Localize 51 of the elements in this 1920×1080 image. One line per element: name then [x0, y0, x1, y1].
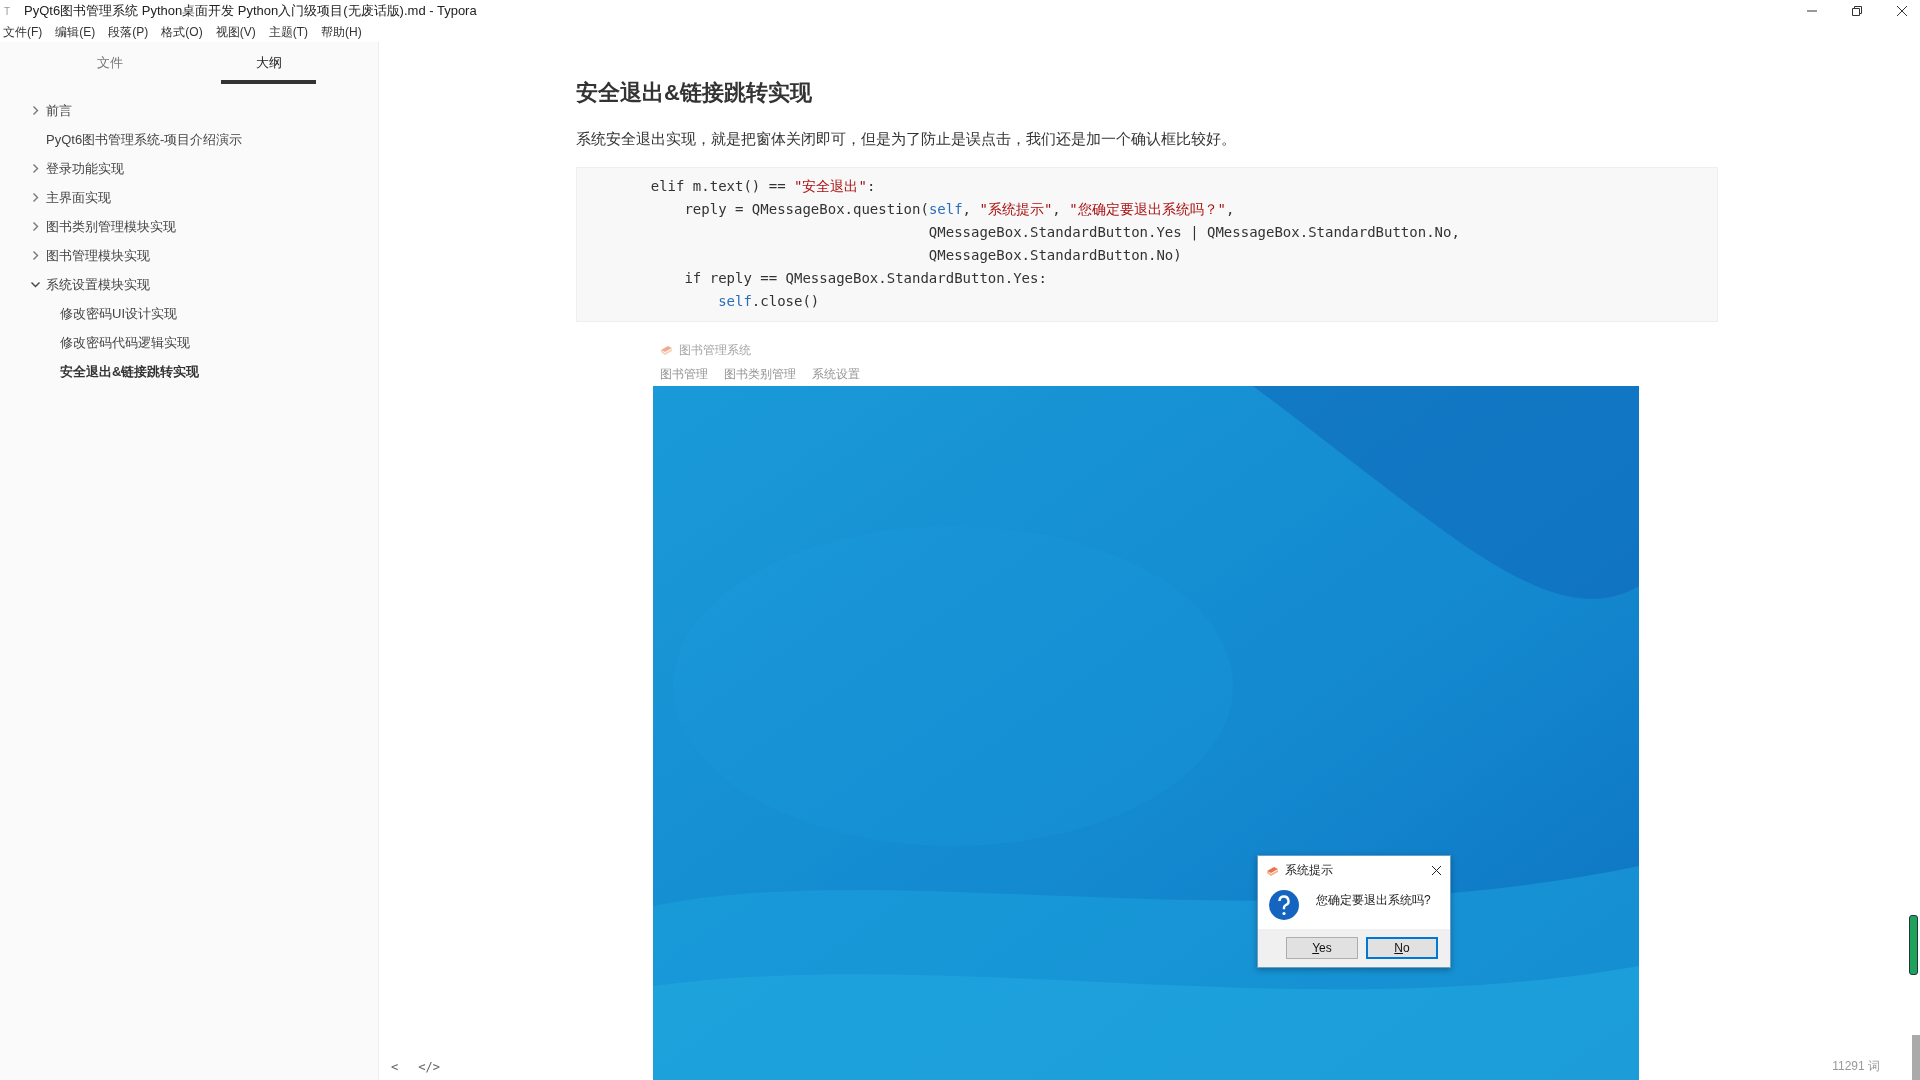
chevron-icon[interactable] [31, 164, 40, 173]
outline-item[interactable]: PyQt6图书管理系统-项目介绍演示 [46, 130, 243, 149]
code-line: elif m.text() == "安全退出": [649, 177, 877, 196]
menu-item[interactable]: 编辑(E) [55, 23, 96, 41]
dialog-button[interactable]: Yes [1286, 937, 1358, 959]
window-title: PyQt6图书管理系统 Python桌面开发 Python入门级项目(无废话版).md - Typora [24, 2, 478, 20]
code-line: self.close() [717, 292, 821, 311]
word-count: 11291 词 [1832, 1058, 1880, 1075]
heading: 安全退出&链接跳转实现 [576, 79, 813, 107]
code-line: if reply == QMessageBox.StandardButton.Yes: [683, 269, 1048, 288]
dialog-message: 您确定要退出系统吗? [1316, 891, 1431, 909]
menu-item[interactable]: 文件(F) [3, 23, 43, 41]
chevron-icon[interactable] [31, 193, 40, 202]
chevron-icon[interactable] [31, 222, 40, 231]
toggle-sidebar-button[interactable]: < [387, 1058, 403, 1076]
question-icon [1268, 889, 1300, 921]
outline-item[interactable]: 前言 [46, 101, 72, 120]
close-icon[interactable] [1896, 5, 1908, 17]
dialog-button[interactable]: No [1366, 937, 1438, 959]
menu-item[interactable]: 帮助(H) [321, 23, 362, 41]
menu-item[interactable]: 格式(O) [161, 23, 203, 41]
outline-item[interactable]: 登录功能实现 [46, 159, 124, 178]
chevron-icon[interactable] [31, 251, 40, 260]
menu-item[interactable]: 主题(T) [268, 23, 308, 41]
dialog-title: 系统提示 [1285, 862, 1334, 879]
paragraph: 系统安全退出实现，就是把窗体关闭即可，但是为了防止是误点击，我们还是加一个确认框比较好。 [576, 130, 1237, 149]
outline-item[interactable]: 系统设置模块实现 [46, 275, 150, 294]
menu-item[interactable]: 视图(V) [215, 23, 256, 41]
app-icon: T [4, 5, 16, 17]
outline-item[interactable]: 主界面实现 [46, 188, 111, 207]
outline-item[interactable]: 修改密码代码逻辑实现 [60, 333, 190, 352]
outline-item[interactable]: 修改密码UI设计实现 [60, 304, 177, 323]
menu-item[interactable]: 段落(P) [108, 23, 149, 41]
chevron-icon[interactable] [31, 280, 40, 289]
outline-item[interactable]: 图书管理模块实现 [46, 246, 150, 265]
gauge-widget [1909, 915, 1918, 975]
sidebar-tab[interactable]: 大纲 [221, 54, 316, 84]
code-line: QMessageBox.StandardButton.Yes | QMessageBox.StandardButton.No, [927, 223, 1461, 243]
code-line: reply = QMessageBox.question(self, "系统提示", "您确定要退出系统吗？", [683, 200, 1236, 219]
outline-item[interactable]: 图书类别管理模块实现 [46, 217, 176, 236]
source-mode-button[interactable]: </> [414, 1058, 444, 1076]
outline-item[interactable]: 安全退出&链接跳转实现 [60, 362, 200, 381]
sidebar-tab[interactable]: 文件 [62, 54, 157, 84]
chevron-icon[interactable] [31, 106, 40, 115]
code-line: QMessageBox.StandardButton.No) [927, 246, 1183, 265]
scrollbar-thumb[interactable] [1912, 1035, 1920, 1080]
close-icon[interactable] [1431, 865, 1442, 876]
app-title: 图书管理系统 [679, 341, 751, 359]
book-icon [1266, 865, 1279, 876]
restore-icon[interactable] [1851, 5, 1863, 17]
book-icon [660, 345, 673, 355]
